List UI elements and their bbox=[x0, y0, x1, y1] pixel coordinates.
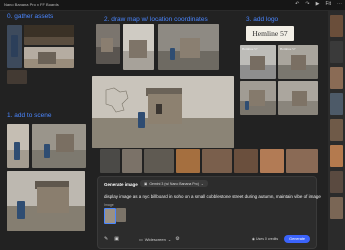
model-selector[interactable]: ▣ Gemini 3 (w/ Nano Banana Pro) ⌄ bbox=[140, 180, 208, 187]
more-icon[interactable]: ⋯ bbox=[337, 1, 342, 7]
map-image-scene[interactable] bbox=[158, 24, 219, 70]
logo-scene-1[interactable]: Hemline 57 bbox=[240, 45, 276, 79]
credits-icon: ◉ bbox=[251, 237, 255, 241]
right-panel bbox=[328, 11, 345, 250]
side-thumbnail[interactable] bbox=[330, 41, 343, 63]
logo-scene-3[interactable] bbox=[240, 81, 276, 115]
chevron-down-icon: ⌄ bbox=[200, 181, 204, 186]
model-label: Gemini 3 (w/ Nano Banana Pro) bbox=[149, 181, 199, 186]
section-label-add-to-scene: 1. add to scene bbox=[7, 112, 52, 119]
title-bar: Nano Banana Pro x FF Boards ↶ ↷ ▶ Fit ⋯ bbox=[0, 0, 345, 11]
logo-watermark: Hemline 57 bbox=[242, 47, 258, 51]
side-thumbnail[interactable] bbox=[330, 119, 343, 141]
scene-image-2[interactable] bbox=[32, 124, 86, 168]
strip-thumbnail[interactable] bbox=[260, 149, 284, 173]
side-thumbnail[interactable] bbox=[330, 145, 343, 167]
asset-image-fabric[interactable] bbox=[24, 25, 74, 45]
section-label-draw-map: 2. draw map w/ location coordinates bbox=[104, 16, 208, 23]
play-icon[interactable]: ▶ bbox=[316, 1, 320, 7]
strip-thumbnail[interactable] bbox=[122, 149, 142, 173]
side-thumbnail[interactable] bbox=[330, 197, 343, 219]
side-thumbnail[interactable] bbox=[330, 171, 343, 193]
asset-image-house[interactable] bbox=[24, 47, 74, 68]
section-label-gather: 0. gather assets bbox=[7, 13, 54, 20]
section-label-add-logo: 3. add logo bbox=[246, 16, 279, 23]
toolbar: ↶ ↷ ▶ Fit ⋯ bbox=[295, 1, 342, 7]
gemini-icon: ▣ bbox=[144, 181, 148, 186]
main-scene-image[interactable] bbox=[92, 76, 234, 148]
generate-panel: Generate image ▣ Gemini 3 (w/ Nano Banan… bbox=[97, 176, 321, 249]
logo-scene-2[interactable]: Hemline 57 bbox=[278, 45, 318, 79]
credits-label: ◉ Uses 0 credits bbox=[251, 237, 279, 241]
image-icon[interactable]: ▣ bbox=[114, 236, 119, 242]
asset-image-detail[interactable] bbox=[7, 70, 27, 84]
logo-card[interactable]: Hemline 57 bbox=[246, 26, 294, 41]
zoom-level[interactable]: Fit bbox=[325, 1, 331, 7]
prompt-input[interactable]: display image as a nyc billboard in soho… bbox=[104, 194, 321, 199]
map-image-coordinates[interactable] bbox=[123, 24, 154, 70]
aspect-ratio-select[interactable]: ▭ Widescreen ⌄ bbox=[139, 237, 171, 242]
logo-watermark: Hemline 57 bbox=[280, 47, 296, 51]
panel-footer: ✎ ▣ ▭ Widescreen ⌄ ⚙ ◉ Uses 0 credits Ge… bbox=[104, 235, 310, 243]
scene-image-1[interactable] bbox=[7, 124, 29, 168]
side-thumbnail[interactable] bbox=[330, 15, 343, 37]
side-thumbnail[interactable] bbox=[330, 67, 343, 89]
strip-thumbnail[interactable] bbox=[144, 149, 174, 173]
undo-icon[interactable]: ↶ bbox=[295, 1, 299, 7]
strip-thumbnail[interactable] bbox=[100, 149, 120, 173]
brush-icon[interactable]: ✎ bbox=[104, 236, 108, 242]
strip-thumbnail[interactable] bbox=[202, 149, 232, 173]
map-image-small[interactable] bbox=[96, 24, 120, 64]
strip-thumbnail[interactable] bbox=[286, 149, 318, 173]
asset-image-person[interactable] bbox=[7, 25, 22, 68]
logo-scene-4[interactable] bbox=[278, 81, 318, 115]
map-sketch bbox=[105, 87, 129, 113]
generate-title: Generate image bbox=[104, 182, 138, 187]
strip-thumbnail[interactable] bbox=[234, 149, 258, 173]
side-thumbnail[interactable] bbox=[330, 93, 343, 115]
ratio-label: Widescreen bbox=[144, 236, 166, 242]
board-title: Nano Banana Pro x FF Boards bbox=[4, 2, 59, 7]
generate-button[interactable]: Generate bbox=[284, 235, 310, 243]
redo-icon[interactable]: ↷ bbox=[305, 1, 309, 7]
image-label: Image bbox=[104, 203, 114, 207]
chevron-down-icon: ⌄ bbox=[167, 236, 172, 242]
settings-icon[interactable]: ⚙ bbox=[175, 236, 179, 242]
scene-image-3[interactable] bbox=[7, 171, 85, 231]
reference-image-2[interactable] bbox=[116, 208, 126, 222]
ratio-icon: ▭ bbox=[138, 236, 143, 242]
strip-thumbnail[interactable] bbox=[176, 149, 200, 173]
reference-image-1[interactable] bbox=[104, 208, 116, 224]
